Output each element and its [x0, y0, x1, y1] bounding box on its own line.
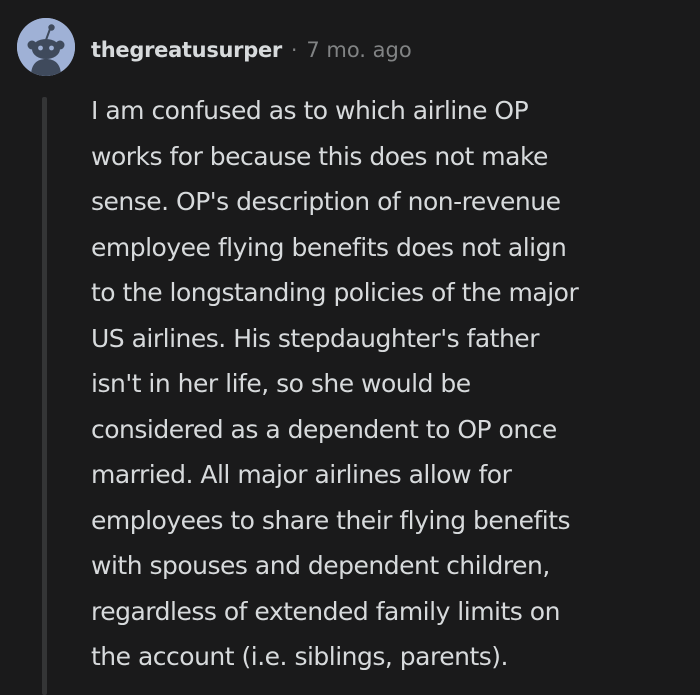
- comment-body-line: regardless of extended family limits on: [91, 596, 560, 626]
- comment-body-line: employee flying benefits does not align: [91, 232, 567, 262]
- comment: thegreatusurper · 7 mo. ago I am confuse…: [0, 0, 700, 695]
- meta-separator: ·: [290, 38, 298, 62]
- thread-collapse-line[interactable]: [42, 97, 47, 695]
- comment-body-line: with spouses and dependent children,: [91, 551, 550, 580]
- comment-body-line: the account (i.e. siblings, parents).: [91, 642, 508, 671]
- comment-body-line: married. All major airlines allow for: [91, 460, 512, 489]
- comment-body-line: to the longstanding policies of the majo…: [91, 278, 579, 307]
- comment-body: I am confused as to which airline OP wor…: [91, 88, 691, 680]
- comment-body-line: works for because this does not make: [91, 141, 548, 171]
- user-avatar[interactable]: [17, 18, 75, 76]
- comment-body-line: I am confused as to which airline OP: [91, 96, 529, 125]
- username-link[interactable]: thegreatusurper: [91, 38, 282, 62]
- comment-body-line: considered as a dependent to OP once: [91, 414, 557, 444]
- comment-body-line: employees to share their flying benefits: [91, 505, 571, 535]
- comment-body-line: isn't in her life, so she would be: [91, 369, 471, 398]
- snoo-avatar-icon: [17, 18, 75, 76]
- comment-header: thegreatusurper · 7 mo. ago: [91, 33, 412, 67]
- comment-body-line: US airlines. His stepdaughter's father: [91, 323, 539, 353]
- comment-timestamp[interactable]: 7 mo. ago: [306, 38, 411, 62]
- comment-body-line: sense. OP's description of non-revenue: [91, 187, 561, 216]
